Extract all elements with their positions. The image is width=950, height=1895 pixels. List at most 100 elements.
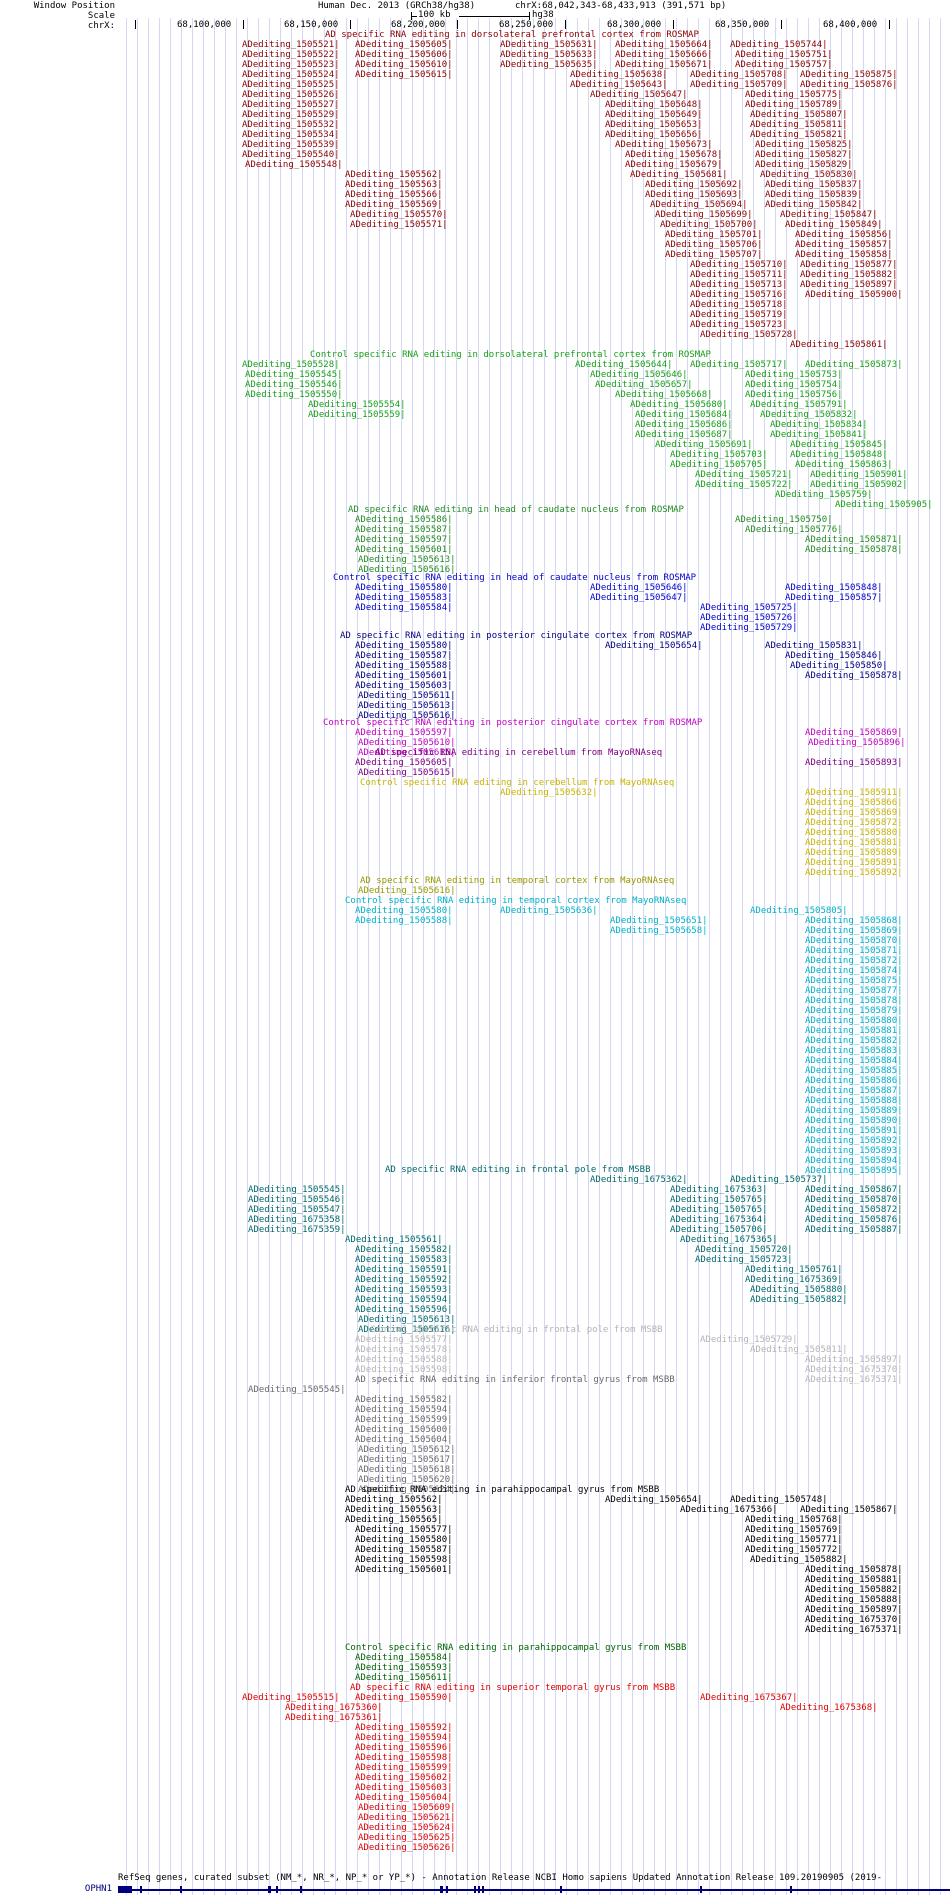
editing-site-feature[interactable]: ADediting_1505869| <box>805 926 903 936</box>
editing-site-feature[interactable]: ADediting_1505554| <box>308 400 406 410</box>
editing-site-feature[interactable]: ADediting_1505612| <box>358 1445 456 1455</box>
editing-site-feature[interactable]: ADediting_1505893| <box>805 758 903 768</box>
editing-site-feature[interactable]: ADediting_1675370| <box>805 1615 903 1625</box>
editing-site-feature[interactable]: ADediting_1505761| <box>745 1265 843 1275</box>
editing-site-feature[interactable]: ADediting_1505771| <box>745 1535 843 1545</box>
editing-site-feature[interactable]: ADediting_1505615| <box>358 768 456 778</box>
editing-site-feature[interactable]: ADediting_1505654| <box>605 1495 703 1505</box>
editing-site-feature[interactable]: ADediting_1505678| <box>625 150 723 160</box>
track-title[interactable]: Control specific RNA editing in head of … <box>333 573 696 583</box>
editing-site-feature[interactable]: ADediting_1505561| <box>345 1235 443 1245</box>
editing-site-feature[interactable]: ADediting_1505651| <box>610 916 708 926</box>
editing-site-feature[interactable]: ADediting_1505891| <box>805 1126 903 1136</box>
editing-site-feature[interactable]: ADediting_1505881| <box>805 838 903 848</box>
editing-site-feature[interactable]: ADediting_1505811| <box>750 1345 848 1355</box>
editing-site-feature[interactable]: ADediting_1675358| <box>248 1215 346 1225</box>
editing-site-feature[interactable]: ADediting_1505613| <box>358 701 456 711</box>
editing-site-feature[interactable]: ADediting_1675359| <box>248 1225 346 1235</box>
editing-site-feature[interactable]: ADediting_1505729| <box>700 1335 798 1345</box>
editing-site-feature[interactable]: ADediting_1505599| <box>355 1763 453 1773</box>
editing-site-feature[interactable]: ADediting_1505878| <box>805 545 903 555</box>
editing-site-feature[interactable]: ADediting_1505858| <box>795 250 893 260</box>
editing-site-feature[interactable]: ADediting_1505598| <box>355 1365 453 1375</box>
track-title[interactable]: AD specific RNA editing in parahippocamp… <box>345 1485 659 1495</box>
editing-site-feature[interactable]: ADediting_1505577| <box>355 1335 453 1345</box>
editing-site-feature[interactable]: ADediting_1505881| <box>805 1575 903 1585</box>
editing-site-feature[interactable]: ADediting_1505613| <box>358 555 456 565</box>
editing-site-feature[interactable]: ADediting_1505598| <box>355 1555 453 1565</box>
editing-site-feature[interactable]: ADediting_1505872| <box>805 818 903 828</box>
editing-site-feature[interactable]: ADediting_1505827| <box>755 150 853 160</box>
editing-site-feature[interactable]: ADediting_1505703| <box>670 450 768 460</box>
editing-site-feature[interactable]: ADediting_1505866| <box>805 798 903 808</box>
editing-site-feature[interactable]: ADediting_1505726| <box>700 613 798 623</box>
editing-site-feature[interactable]: ADediting_1505847| <box>780 210 878 220</box>
editing-site-feature[interactable]: ADediting_1505834| <box>770 420 868 430</box>
editing-site-feature[interactable]: ADediting_1505635| <box>500 60 598 70</box>
editing-site-feature[interactable]: ADediting_1505885| <box>805 1066 903 1076</box>
editing-site-feature[interactable]: ADediting_1505891| <box>805 858 903 868</box>
editing-site-feature[interactable]: ADediting_1505888| <box>805 1096 903 1106</box>
editing-site-feature[interactable]: ADediting_1505643| <box>570 80 668 90</box>
editing-site-feature[interactable]: ADediting_1505700| <box>660 220 758 230</box>
editing-site-feature[interactable]: ADediting_1505879| <box>805 1006 903 1016</box>
editing-site-feature[interactable]: ADediting_1505877| <box>805 986 903 996</box>
editing-site-feature[interactable]: ADediting_1505588| <box>355 916 453 926</box>
editing-site-feature[interactable]: ADediting_1505597| <box>355 535 453 545</box>
editing-site-feature[interactable]: ADediting_1505901| <box>810 470 908 480</box>
editing-site-feature[interactable]: ADediting_1505807| <box>750 110 848 120</box>
editing-site-feature[interactable]: ADediting_1505526| <box>242 90 340 100</box>
editing-site-feature[interactable]: ADediting_1505545| <box>245 370 343 380</box>
editing-site-feature[interactable]: ADediting_1675366| <box>680 1505 778 1515</box>
editing-site-feature[interactable]: ADediting_1505680| <box>630 400 728 410</box>
editing-site-feature[interactable]: ADediting_1505831| <box>765 641 863 651</box>
editing-site-feature[interactable]: ADediting_1505603| <box>355 681 453 691</box>
editing-site-feature[interactable]: ADediting_1505848| <box>790 450 888 460</box>
editing-site-feature[interactable]: ADediting_1505565| <box>345 1515 443 1525</box>
editing-site-feature[interactable]: ADediting_1505721| <box>695 470 793 480</box>
editing-site-feature[interactable]: ADediting_1505841| <box>770 430 868 440</box>
editing-site-feature[interactable]: ADediting_1505882| <box>750 1295 848 1305</box>
editing-site-feature[interactable]: ADediting_1505656| <box>605 130 703 140</box>
editing-site-feature[interactable]: ADediting_1505604| <box>355 1435 453 1445</box>
editing-site-feature[interactable]: ADediting_1505566| <box>345 190 443 200</box>
editing-site-feature[interactable]: ADediting_1505720| <box>695 1245 793 1255</box>
editing-site-feature[interactable]: ADediting_1505633| <box>500 50 598 60</box>
editing-site-feature[interactable]: ADediting_1505691| <box>655 440 753 450</box>
editing-site-feature[interactable]: ADediting_1505756| <box>745 390 843 400</box>
editing-site-feature[interactable]: ADediting_1505548| <box>245 160 343 170</box>
editing-site-feature[interactable]: ADediting_1505878| <box>805 671 903 681</box>
editing-site-feature[interactable]: ADediting_1505863| <box>795 460 893 470</box>
track-title[interactable]: Control specific RNA editing in posterio… <box>323 718 702 728</box>
editing-site-feature[interactable]: ADediting_1505769| <box>745 1525 843 1535</box>
editing-site-feature[interactable]: ADediting_1505654| <box>605 641 703 651</box>
editing-site-feature[interactable]: ADediting_1505874| <box>805 966 903 976</box>
editing-site-feature[interactable]: ADediting_1505729| <box>700 623 798 633</box>
editing-site-feature[interactable]: ADediting_1505748| <box>730 1495 828 1505</box>
editing-site-feature[interactable]: ADediting_1505646| <box>590 370 688 380</box>
editing-site-feature[interactable]: ADediting_1505871| <box>805 535 903 545</box>
editing-site-feature[interactable]: ADediting_1505605| <box>355 40 453 50</box>
editing-site-feature[interactable]: ADediting_1505693| <box>645 190 743 200</box>
editing-site-feature[interactable]: ADediting_1505889| <box>805 1106 903 1116</box>
editing-site-feature[interactable]: ADediting_1505592| <box>355 1275 453 1285</box>
editing-site-feature[interactable]: ADediting_1505811| <box>750 120 848 130</box>
editing-site-feature[interactable]: ADediting_1505753| <box>745 370 843 380</box>
editing-site-feature[interactable]: ADediting_1505875| <box>805 976 903 986</box>
editing-site-feature[interactable]: ADediting_1505867| <box>805 1185 903 1195</box>
editing-site-feature[interactable]: ADediting_1505647| <box>590 593 688 603</box>
editing-site-feature[interactable]: ADediting_1505878| <box>805 996 903 1006</box>
editing-site-feature[interactable]: ADediting_1505882| <box>750 1555 848 1565</box>
genome-browser-image[interactable]: Window Position Scale chrX: Human Dec. 2… <box>0 0 950 1895</box>
editing-site-feature[interactable]: ADediting_1505611| <box>355 1673 453 1683</box>
editing-site-feature[interactable]: ADediting_1505876| <box>805 1215 903 1225</box>
editing-site-feature[interactable]: ADediting_1505725| <box>700 603 798 613</box>
track-title[interactable]: Control specific RNA editing in dorsolat… <box>310 350 711 360</box>
editing-site-feature[interactable]: ADediting_1505545| <box>248 1185 346 1195</box>
editing-site-feature[interactable]: ADediting_1505545| <box>248 1385 346 1395</box>
editing-site-feature[interactable]: ADediting_1505532| <box>242 120 340 130</box>
editing-site-feature[interactable]: ADediting_1505897| <box>805 1605 903 1615</box>
editing-site-feature[interactable]: ADediting_1505870| <box>805 1195 903 1205</box>
editing-site-feature[interactable]: ADediting_1505832| <box>760 410 858 420</box>
editing-site-feature[interactable]: ADediting_1505583| <box>355 1255 453 1265</box>
